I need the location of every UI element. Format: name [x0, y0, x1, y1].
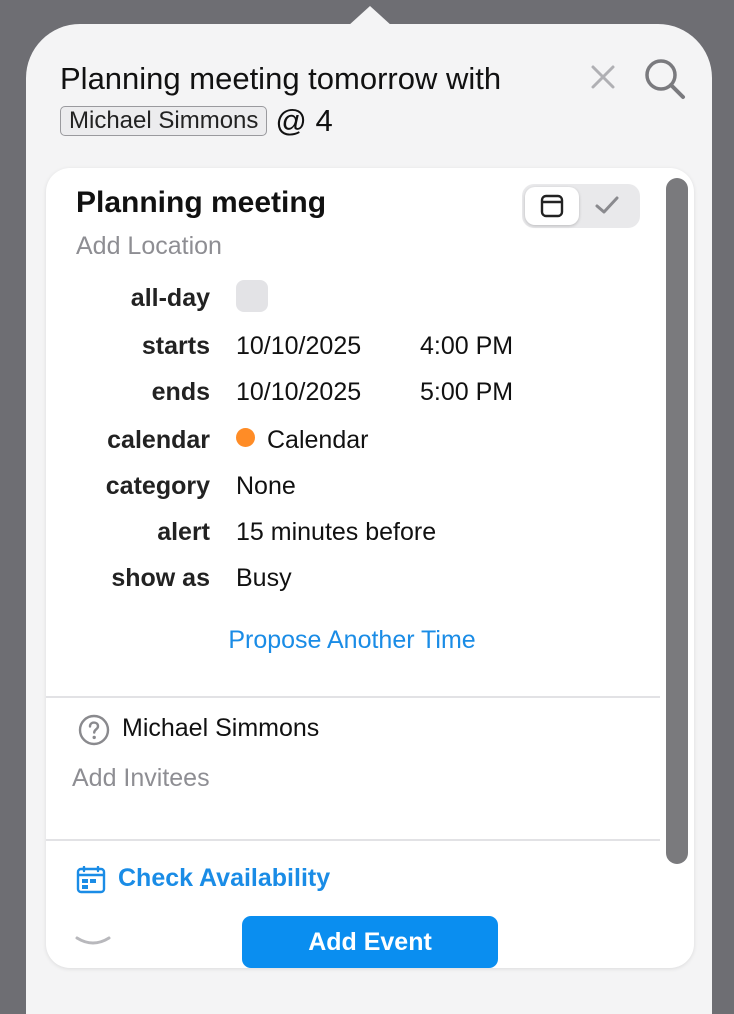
close-icon: [591, 65, 615, 89]
starts-date[interactable]: 10/10/2025: [236, 332, 361, 361]
starts-label: starts: [141, 332, 210, 360]
popover-arrow: [348, 6, 392, 26]
category-label: category: [105, 472, 210, 500]
search-icon: [645, 59, 685, 99]
category-row: category None: [46, 466, 646, 506]
calendar-grid-icon: [76, 866, 106, 894]
natural-language-query[interactable]: Planning meeting tomorrow with Michael S…: [60, 58, 580, 142]
close-button[interactable]: [588, 62, 618, 92]
scrollbar[interactable]: [666, 178, 688, 864]
calendar-row: calendar Calendar: [46, 420, 646, 460]
checkmark-icon: [595, 196, 619, 214]
question-circle-icon: [78, 714, 110, 746]
invitee-token[interactable]: Michael Simmons: [60, 106, 268, 136]
ends-row: ends 10/10/2025 5:00 PM: [46, 372, 646, 412]
event-card: Planning meeting Add Location all-day st…: [46, 168, 694, 968]
ends-date[interactable]: 10/10/2025: [236, 378, 361, 407]
event-popover: Planning meeting tomorrow with Michael S…: [26, 24, 712, 1014]
allday-row: all-day: [46, 278, 646, 318]
search-button[interactable]: [642, 56, 688, 102]
event-mode-segment[interactable]: [525, 187, 579, 225]
collapse-button[interactable]: [74, 934, 112, 955]
alert-select[interactable]: 15 minutes before: [236, 518, 436, 547]
showas-row: show as Busy: [46, 558, 646, 598]
calendar-color-dot: [236, 428, 255, 447]
chevron-down-icon: [75, 936, 111, 945]
query-prefix: Planning meeting tomorrow with: [60, 61, 502, 96]
category-select[interactable]: None: [236, 472, 296, 501]
allday-checkbox[interactable]: [236, 280, 268, 312]
calendar-icon: [540, 194, 564, 218]
calendar-value: Calendar: [267, 426, 369, 454]
ends-time[interactable]: 5:00 PM: [420, 378, 513, 407]
starts-row: starts 10/10/2025 4:00 PM: [46, 326, 646, 366]
event-title[interactable]: Planning meeting: [76, 186, 326, 220]
alert-label: alert: [157, 518, 210, 546]
add-invitees-field[interactable]: Add Invitees: [72, 764, 210, 793]
reminder-mode-segment[interactable]: [594, 194, 620, 221]
ends-label: ends: [151, 378, 210, 406]
add-event-button[interactable]: Add Event: [242, 916, 498, 968]
allday-label: all-day: [130, 284, 210, 312]
divider: [46, 839, 660, 841]
calendar-label: calendar: [107, 426, 210, 454]
starts-time[interactable]: 4:00 PM: [420, 332, 513, 361]
showas-label: show as: [111, 564, 210, 592]
divider: [46, 696, 660, 698]
event-type-segmented-control: [522, 184, 640, 228]
showas-select[interactable]: Busy: [236, 564, 292, 593]
query-suffix: @ 4: [275, 103, 333, 138]
location-field[interactable]: Add Location: [76, 232, 222, 261]
calendar-select[interactable]: Calendar: [236, 426, 368, 455]
alert-row: alert 15 minutes before: [46, 512, 646, 552]
invitee-name: Michael Simmons: [122, 714, 320, 742]
check-availability-label: Check Availability: [118, 864, 331, 892]
propose-another-time-link[interactable]: Propose Another Time: [46, 626, 658, 655]
